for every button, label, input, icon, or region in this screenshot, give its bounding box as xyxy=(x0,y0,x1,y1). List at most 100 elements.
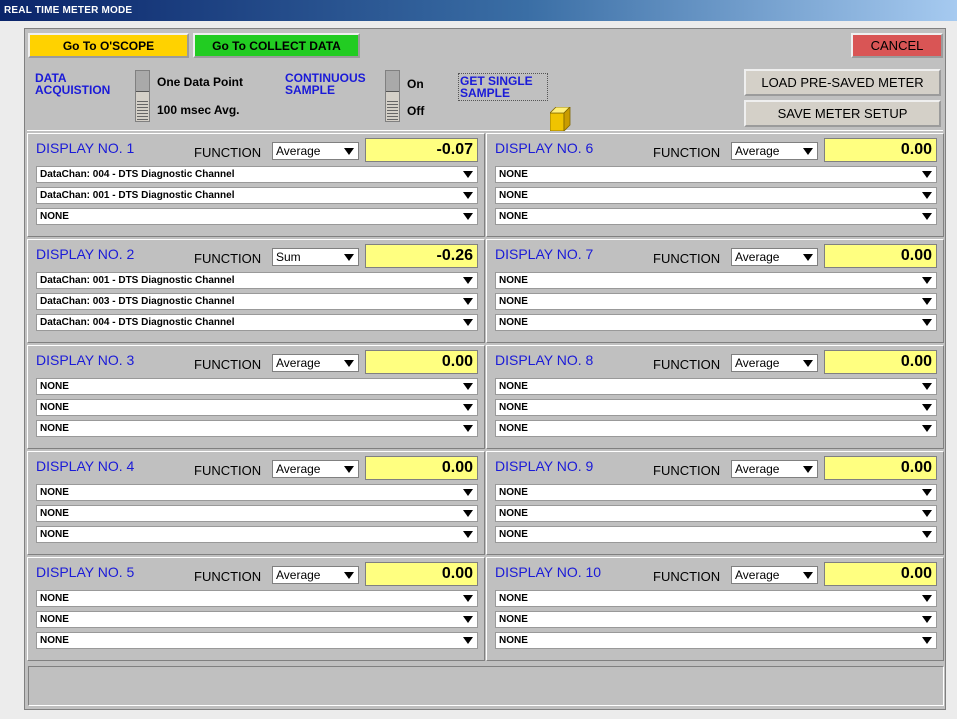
go-to-oscope-button[interactable]: Go To O'SCOPE xyxy=(28,33,189,58)
chevron-down-icon xyxy=(463,616,473,623)
off-label: Off xyxy=(407,104,425,118)
channel-select[interactable]: NONE xyxy=(495,166,937,183)
channel-select[interactable]: NONE xyxy=(495,484,937,501)
display-title: DISPLAY NO. 6 xyxy=(495,140,594,156)
channel-select-value: NONE xyxy=(40,593,69,604)
channel-select[interactable]: DataChan: 003 - DTS Diagnostic Channel xyxy=(36,293,478,310)
display-title: DISPLAY NO. 3 xyxy=(36,352,135,368)
channel-select-value: NONE xyxy=(499,487,528,498)
function-select[interactable]: Average xyxy=(272,460,359,478)
channel-select[interactable]: NONE xyxy=(495,505,937,522)
channel-select-value: NONE xyxy=(40,614,69,625)
channel-select[interactable]: NONE xyxy=(495,526,937,543)
display-value: 0.00 xyxy=(365,562,478,586)
get-single-sample-label[interactable]: GET SINGLE SAMPLE xyxy=(458,73,548,101)
channel-select[interactable]: NONE xyxy=(495,420,937,437)
channel-select-value: NONE xyxy=(499,296,528,307)
display-title: DISPLAY NO. 10 xyxy=(495,564,602,580)
display-title: DISPLAY NO. 8 xyxy=(495,352,594,368)
channel-select[interactable]: NONE xyxy=(495,399,937,416)
display-panel: DISPLAY NO. 2 FUNCTION Sum -0.26 DataChan: 0… xyxy=(27,239,485,343)
function-select[interactable]: Average xyxy=(731,142,818,160)
function-select[interactable]: Average xyxy=(272,354,359,372)
channel-select[interactable]: DataChan: 004 - DTS Diagnostic Channel xyxy=(36,314,478,331)
channel-select[interactable]: NONE xyxy=(36,378,478,395)
one-data-point-label: One Data Point xyxy=(157,75,244,89)
get-single-sample-cube-icon[interactable] xyxy=(550,107,572,131)
chevron-down-icon xyxy=(344,466,354,473)
channel-select-value: NONE xyxy=(40,381,69,392)
function-select[interactable]: Average xyxy=(731,566,818,584)
switch-knob xyxy=(136,71,149,92)
display-value: 0.00 xyxy=(365,456,478,480)
channel-select[interactable]: DataChan: 004 - DTS Diagnostic Channel xyxy=(36,166,478,183)
acquisition-mode-switch[interactable] xyxy=(135,70,150,122)
function-select-value: Average xyxy=(735,144,780,158)
function-label: FUNCTION xyxy=(653,145,721,160)
channel-select[interactable]: NONE xyxy=(36,632,478,649)
display-title: DISPLAY NO. 2 xyxy=(36,246,135,262)
channel-select[interactable]: NONE xyxy=(495,272,937,289)
display-panel: DISPLAY NO. 7 FUNCTION Average 0.00 NONE NONE… xyxy=(486,239,944,343)
load-pre-saved-meter-button[interactable]: LOAD PRE-SAVED METER xyxy=(744,69,941,96)
channel-select-value: NONE xyxy=(40,423,69,434)
channel-select[interactable]: NONE xyxy=(36,611,478,628)
function-label: FUNCTION xyxy=(194,463,262,478)
go-to-collect-data-button[interactable]: Go To COLLECT DATA xyxy=(193,33,360,58)
channel-select[interactable]: NONE xyxy=(495,293,937,310)
channel-select-value: NONE xyxy=(499,423,528,434)
function-select[interactable]: Average xyxy=(272,142,359,160)
channel-select[interactable]: NONE xyxy=(495,590,937,607)
continuous-sample-switch[interactable] xyxy=(385,70,400,122)
chevron-down-icon xyxy=(922,510,932,517)
chevron-down-icon xyxy=(463,171,473,178)
function-select-value: Sum xyxy=(276,250,301,264)
chevron-down-icon xyxy=(463,319,473,326)
channel-select[interactable]: NONE xyxy=(36,590,478,607)
function-select-value: Average xyxy=(276,462,321,476)
meter-frame: Go To O'SCOPE Go To COLLECT DATA CANCEL … xyxy=(24,28,946,710)
function-select[interactable]: Average xyxy=(731,354,818,372)
function-select[interactable]: Average xyxy=(731,460,818,478)
display-panel: DISPLAY NO. 3 FUNCTION Average 0.00 NONE NONE… xyxy=(27,345,485,449)
channel-select[interactable]: NONE xyxy=(36,399,478,416)
chevron-down-icon xyxy=(922,192,932,199)
channel-select[interactable]: DataChan: 001 - DTS Diagnostic Channel xyxy=(36,272,478,289)
channel-select-value: NONE xyxy=(40,211,69,222)
channel-select[interactable]: NONE xyxy=(495,187,937,204)
display-panel: DISPLAY NO. 5 FUNCTION Average 0.00 NONE NONE… xyxy=(27,557,485,661)
function-select[interactable]: Average xyxy=(272,566,359,584)
channel-select-value: NONE xyxy=(40,635,69,646)
channel-select[interactable]: NONE xyxy=(36,526,478,543)
channel-select[interactable]: DataChan: 001 - DTS Diagnostic Channel xyxy=(36,187,478,204)
channel-select[interactable]: NONE xyxy=(495,208,937,225)
function-label: FUNCTION xyxy=(653,569,721,584)
chevron-down-icon xyxy=(803,360,813,367)
channel-select[interactable]: NONE xyxy=(36,208,478,225)
function-select[interactable]: Average xyxy=(731,248,818,266)
chevron-down-icon xyxy=(922,531,932,538)
display-value: 0.00 xyxy=(824,138,937,162)
chevron-down-icon xyxy=(463,192,473,199)
channel-select[interactable]: NONE xyxy=(495,378,937,395)
function-label: FUNCTION xyxy=(194,357,262,372)
channel-select[interactable]: NONE xyxy=(495,611,937,628)
switch-knob xyxy=(386,71,399,92)
channel-select[interactable]: NONE xyxy=(495,314,937,331)
channel-select-value: DataChan: 003 - DTS Diagnostic Channel xyxy=(40,296,235,307)
chevron-down-icon xyxy=(922,277,932,284)
chevron-down-icon xyxy=(344,572,354,579)
channel-select[interactable]: NONE xyxy=(495,632,937,649)
cancel-button[interactable]: CANCEL xyxy=(851,33,943,58)
chevron-down-icon xyxy=(922,595,932,602)
function-select[interactable]: Sum xyxy=(272,248,359,266)
channel-select[interactable]: NONE xyxy=(36,505,478,522)
data-acquisition-label-line2: ACQUISTION xyxy=(35,83,111,97)
channel-select[interactable]: NONE xyxy=(36,420,478,437)
channel-select[interactable]: NONE xyxy=(36,484,478,501)
channel-select-value: NONE xyxy=(499,317,528,328)
chevron-down-icon xyxy=(922,213,932,220)
display-title: DISPLAY NO. 1 xyxy=(36,140,135,156)
save-meter-setup-button[interactable]: SAVE METER SETUP xyxy=(744,100,941,127)
display-title: DISPLAY NO. 5 xyxy=(36,564,135,580)
